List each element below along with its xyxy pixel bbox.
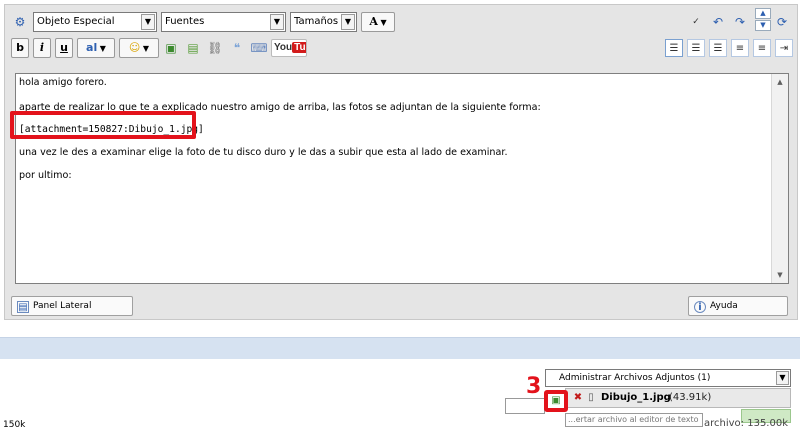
attachment-highlight-box — [10, 111, 196, 139]
align-left-icon[interactable]: ☰ — [665, 39, 683, 57]
section-divider-band — [0, 337, 800, 359]
font-family-select[interactable]: Fuentes ▼ — [161, 12, 286, 32]
increase-height-icon[interactable]: ▲ — [755, 8, 771, 19]
special-object-select[interactable]: Objeto Especial ▼ — [33, 12, 157, 32]
code-icon[interactable]: ⌨ — [250, 39, 268, 57]
italic-button[interactable]: i — [33, 38, 51, 58]
message-line: por ultimo: — [19, 170, 72, 181]
chevron-down-icon: ▼ — [341, 14, 355, 30]
attachment-file-size: (43.91k) — [669, 392, 712, 403]
youtube-you-label: You — [274, 42, 293, 53]
underline-button[interactable]: u — [55, 38, 73, 58]
attachment-file-name: Dibujo_1.jpg — [601, 392, 671, 403]
textarea-scrollbar[interactable]: ▲ ▼ — [771, 74, 788, 283]
attachment-item[interactable]: ✖ ▯ Dibujo_1.jpg (43.91k) — [565, 388, 791, 408]
special-object-label: Objeto Especial — [37, 16, 115, 27]
font-size-label: Tamaños — [294, 16, 339, 27]
chevron-down-icon: ▼ — [776, 371, 789, 385]
manage-attachments-select[interactable]: Administrar Archivos Adjuntos (1) ▼ — [545, 369, 791, 387]
youtube-tube-label: Tube — [292, 42, 306, 53]
numbered-list-icon[interactable]: ≡ — [753, 39, 771, 57]
annotation-highlight-box — [544, 390, 568, 412]
toolbar-row-2: b i u al ▼ ☺ ▼ ▣ ▤ ⛓ ❝ ⌨ YouTube ☰ ☰ ☰ ≡… — [5, 38, 797, 60]
chevron-down-icon: ▼ — [270, 14, 284, 30]
quote-icon[interactable]: ❝ — [228, 39, 246, 57]
insert-link-icon[interactable]: ⛓ — [206, 39, 224, 57]
align-center-icon[interactable]: ☰ — [687, 39, 705, 57]
message-textarea[interactable]: hola amigo forero. aparte de realizar lo… — [15, 73, 789, 284]
file-browse-input[interactable] — [505, 398, 545, 414]
insert-image-icon[interactable]: ▤ — [184, 39, 202, 57]
toolbar-row-1: ⚙ Objeto Especial ▼ Fuentes ▼ Tamaños ▼ … — [5, 8, 797, 34]
youtube-button[interactable]: YouTube — [271, 39, 307, 57]
bold-label: b — [16, 41, 24, 54]
side-panel-button[interactable]: ▤ Panel Lateral — [11, 296, 133, 316]
help-label: Ayuda — [710, 301, 738, 311]
undo-icon[interactable]: ↶ — [709, 13, 727, 31]
insert-attachment-icon[interactable]: ▣ — [162, 39, 180, 57]
refresh-icon[interactable]: ⟳ — [773, 13, 791, 31]
bold-button[interactable]: b — [11, 38, 29, 58]
underline-label: u — [60, 41, 68, 54]
format-dropdown-button[interactable]: al ▼ — [77, 38, 115, 58]
file-type-icon: ▯ — [588, 392, 594, 403]
info-icon: i — [694, 301, 706, 313]
message-line: hola amigo forero. — [19, 77, 107, 88]
emoticons-button[interactable]: ☺ ▼ — [119, 38, 159, 58]
font-size-select[interactable]: Tamaños ▼ — [290, 12, 357, 32]
message-line: una vez le des a examinar elige la foto … — [19, 147, 508, 158]
panel-icon: ▤ — [17, 301, 29, 313]
scroll-up-icon[interactable]: ▲ — [772, 75, 788, 89]
font-family-label: Fuentes — [165, 16, 205, 27]
italic-label: i — [39, 41, 45, 54]
editor-settings-icon[interactable]: ⚙ — [11, 13, 29, 31]
side-panel-label: Panel Lateral — [33, 301, 92, 311]
bullet-list-icon[interactable]: ≡ — [731, 39, 749, 57]
align-right-icon[interactable]: ☰ — [709, 39, 727, 57]
font-color-letter: A — [369, 15, 378, 28]
smiley-icon: ☺ — [128, 41, 141, 54]
indent-icon[interactable]: ⇥ — [775, 39, 793, 57]
max-size-right: archivo: 135.00k — [704, 418, 788, 429]
max-size-left: 150k — [3, 420, 26, 430]
editor-panel: ⚙ Objeto Especial ▼ Fuentes ▼ Tamaños ▼ … — [4, 4, 798, 320]
format-letters: al — [86, 41, 98, 54]
insert-tooltip: ...ertar archivo al editor de texto — [565, 413, 703, 427]
chevron-down-icon: ▼ — [141, 14, 155, 30]
manage-attachments-label: Administrar Archivos Adjuntos (1) — [559, 373, 711, 383]
spellcheck-icon[interactable]: ✓ — [687, 13, 705, 31]
annotation-step-number: 3 — [526, 374, 542, 399]
scroll-down-icon[interactable]: ▼ — [772, 268, 788, 282]
redo-icon[interactable]: ↷ — [731, 13, 749, 31]
font-color-button[interactable]: A ▼ — [361, 12, 395, 32]
delete-attachment-icon[interactable]: ✖ — [571, 391, 585, 405]
help-button[interactable]: i Ayuda — [688, 296, 788, 316]
decrease-height-icon[interactable]: ▼ — [755, 20, 771, 31]
